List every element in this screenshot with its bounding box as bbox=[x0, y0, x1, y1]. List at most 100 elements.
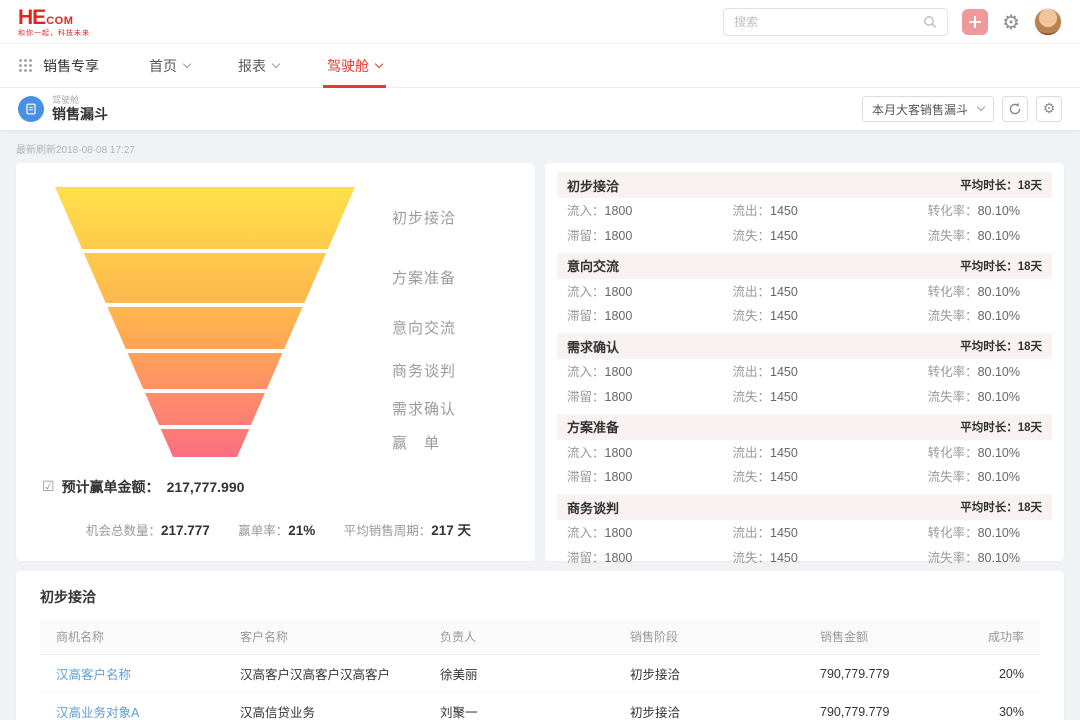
nav-item-label: 驾驶舱 bbox=[327, 56, 369, 76]
stage-header[interactable]: 意向交流平均时长：18天 bbox=[557, 253, 1052, 279]
table-body: 汉高客户名称汉高客户汉高客户汉高客户徐美丽初步接洽790,779.77920%汉… bbox=[40, 655, 1040, 720]
cards-row: 初步接洽方案准备意向交流商务谈判需求确认赢 单 ☑ 预计赢单金额： 217,77… bbox=[16, 163, 1064, 561]
nav-item-home[interactable]: 首页 bbox=[149, 44, 190, 88]
refresh-icon bbox=[1008, 102, 1022, 116]
stage-stats-card: 初步接洽平均时长：18天流入：1800流出：1450转化率：80.10%滞留：1… bbox=[545, 163, 1064, 561]
chevron-down-icon bbox=[183, 59, 191, 67]
column-header[interactable]: 销售金额 bbox=[820, 619, 950, 655]
expected-win-label: 预计赢单金额： bbox=[62, 477, 160, 497]
add-button[interactable] bbox=[962, 9, 988, 35]
stage-name: 商务谈判 bbox=[567, 498, 619, 517]
metric-value: 1800 bbox=[605, 390, 633, 404]
table-row[interactable]: 汉高业务对象A汉高信贷业务刘聚一初步接洽790,779.77930% bbox=[40, 693, 1040, 720]
stage-header[interactable]: 商务谈判平均时长：18天 bbox=[557, 494, 1052, 520]
stage-header[interactable]: 初步接洽平均时长：18天 bbox=[557, 172, 1052, 198]
metric-value: 1450 bbox=[770, 446, 798, 460]
hecom-logo[interactable]: HE COM 和你一起，科技未来 bbox=[18, 7, 90, 37]
metric-label: 流出： bbox=[733, 285, 771, 299]
stage-metric-row: 滞留：1800流失：1450流失率：80.10% bbox=[557, 384, 1052, 409]
metric-value: 80.10% bbox=[978, 204, 1020, 218]
metric-value: 1450 bbox=[770, 365, 798, 379]
stage-metric: 流出：1450 bbox=[733, 283, 877, 302]
search-icon[interactable] bbox=[923, 15, 937, 29]
nav-item-reports[interactable]: 报表 bbox=[238, 44, 279, 88]
metric-value: 1800 bbox=[605, 446, 633, 460]
nav-item-cockpit[interactable]: 驾驶舱 bbox=[327, 44, 382, 88]
funnel-segment-5[interactable] bbox=[145, 393, 265, 425]
funnel-stage-label: 初步接洽 bbox=[392, 210, 456, 227]
stage-block-4: 方案准备平均时长：18天流入：1800流出：1450转化率：80.10%滞留：1… bbox=[557, 414, 1052, 490]
funnel-segment-3[interactable] bbox=[107, 307, 302, 349]
funnel-segment-4[interactable] bbox=[128, 353, 283, 389]
page-title-block: 驾驶舱 销售漏斗 bbox=[52, 95, 108, 123]
metric-label: 流失率： bbox=[928, 470, 978, 484]
chevron-down-icon bbox=[272, 59, 280, 67]
column-header[interactable]: 负责人 bbox=[440, 619, 630, 655]
stage-metric: 流失率：80.10% bbox=[876, 388, 1042, 407]
table-cell: 初步接洽 bbox=[630, 655, 820, 693]
metric-value: 80.10% bbox=[978, 365, 1020, 379]
stage-metric: 流入：1800 bbox=[567, 202, 733, 221]
stage-metric: 流出：1450 bbox=[733, 444, 877, 463]
stage-metric: 流出：1450 bbox=[733, 363, 877, 382]
metric-value: 1800 bbox=[605, 204, 633, 218]
opportunity-link[interactable]: 汉高业务对象A bbox=[40, 693, 240, 720]
table-cell: 汉高信贷业务 bbox=[240, 693, 440, 720]
column-header[interactable]: 商机名称 bbox=[40, 619, 240, 655]
stage-metric: 流失率：80.10% bbox=[876, 468, 1042, 487]
metric-label: 流失： bbox=[733, 470, 771, 484]
stage-metric: 转化率：80.10% bbox=[876, 363, 1042, 382]
stage-metric: 转化率：80.10% bbox=[876, 524, 1042, 543]
funnel-segment-2[interactable] bbox=[84, 253, 326, 303]
stage-metric-row: 滞留：1800流失：1450流失率：80.10% bbox=[557, 303, 1052, 328]
column-header[interactable]: 销售阶段 bbox=[630, 619, 820, 655]
stage-metric: 流失：1450 bbox=[733, 307, 877, 326]
funnel-segment-1[interactable] bbox=[55, 187, 355, 249]
metric-value: 80.10% bbox=[978, 285, 1020, 299]
stage-metric: 流失：1450 bbox=[733, 468, 877, 487]
metric-value: 1450 bbox=[770, 526, 798, 540]
metric-value: 1450 bbox=[770, 204, 798, 218]
table-cell: 790,779.779 bbox=[820, 655, 950, 693]
table-row[interactable]: 汉高客户名称汉高客户汉高客户汉高客户徐美丽初步接洽790,779.77920% bbox=[40, 655, 1040, 693]
app-grid-icon[interactable] bbox=[18, 58, 33, 73]
settings-gear-icon[interactable]: ⚙ bbox=[1002, 12, 1020, 32]
stage-metric: 滞留：1800 bbox=[567, 468, 733, 487]
stage-header[interactable]: 需求确认平均时长：18天 bbox=[557, 333, 1052, 359]
avatar[interactable] bbox=[1034, 8, 1062, 36]
table-cell: 刘聚一 bbox=[440, 693, 630, 720]
page-header: 驾驶舱 销售漏斗 本月大客销售漏斗 ⚙ bbox=[0, 88, 1080, 130]
column-header[interactable]: 客户名称 bbox=[240, 619, 440, 655]
opportunity-link[interactable]: 汉高客户名称 bbox=[40, 655, 240, 693]
funnel-filter-select[interactable]: 本月大客销售漏斗 bbox=[862, 96, 994, 122]
metric-value: 1800 bbox=[605, 470, 633, 484]
metric-label: 流失率： bbox=[928, 551, 978, 565]
metric-label: 流失： bbox=[733, 309, 771, 323]
metric-value: 1800 bbox=[605, 551, 633, 565]
metric-label: 流入： bbox=[567, 365, 605, 379]
report-doc-icon bbox=[18, 96, 44, 122]
metric-label: 流入： bbox=[567, 285, 605, 299]
column-header[interactable]: 成功率 bbox=[950, 619, 1040, 655]
stage-metric-row: 流入：1800流出：1450转化率：80.10% bbox=[557, 359, 1052, 384]
metric-label: 转化率： bbox=[928, 365, 978, 379]
metric-value: 1450 bbox=[770, 285, 798, 299]
metric-label: 流出： bbox=[733, 365, 771, 379]
search-box[interactable] bbox=[723, 8, 948, 36]
stage-metric: 滞留：1800 bbox=[567, 549, 733, 568]
search-input[interactable] bbox=[734, 15, 923, 29]
metric-label: 流失： bbox=[733, 390, 771, 404]
metric-label: 转化率： bbox=[928, 204, 978, 218]
funnel-segment-6[interactable] bbox=[161, 429, 249, 457]
nav-item-label: 报表 bbox=[238, 56, 266, 76]
stage-header[interactable]: 方案准备平均时长：18天 bbox=[557, 414, 1052, 440]
metric-value: 80.10% bbox=[978, 551, 1020, 565]
main-nav: 销售专享 首页 报表 驾驶舱 bbox=[0, 44, 1080, 88]
checkbox-icon[interactable]: ☑ bbox=[42, 479, 55, 495]
chart-settings-button[interactable]: ⚙ bbox=[1036, 96, 1062, 122]
refresh-button[interactable] bbox=[1002, 96, 1028, 122]
opportunity-table: 商机名称客户名称负责人销售阶段销售金额成功率 汉高客户名称汉高客户汉高客户汉高客… bbox=[40, 619, 1040, 720]
stat-total-opportunities: 机会总数量：217.777 bbox=[86, 520, 210, 540]
last-refresh-note: 最新刷新2018-08-08 17:27 bbox=[16, 141, 1064, 156]
table-title: 初步接洽 bbox=[40, 587, 1040, 607]
